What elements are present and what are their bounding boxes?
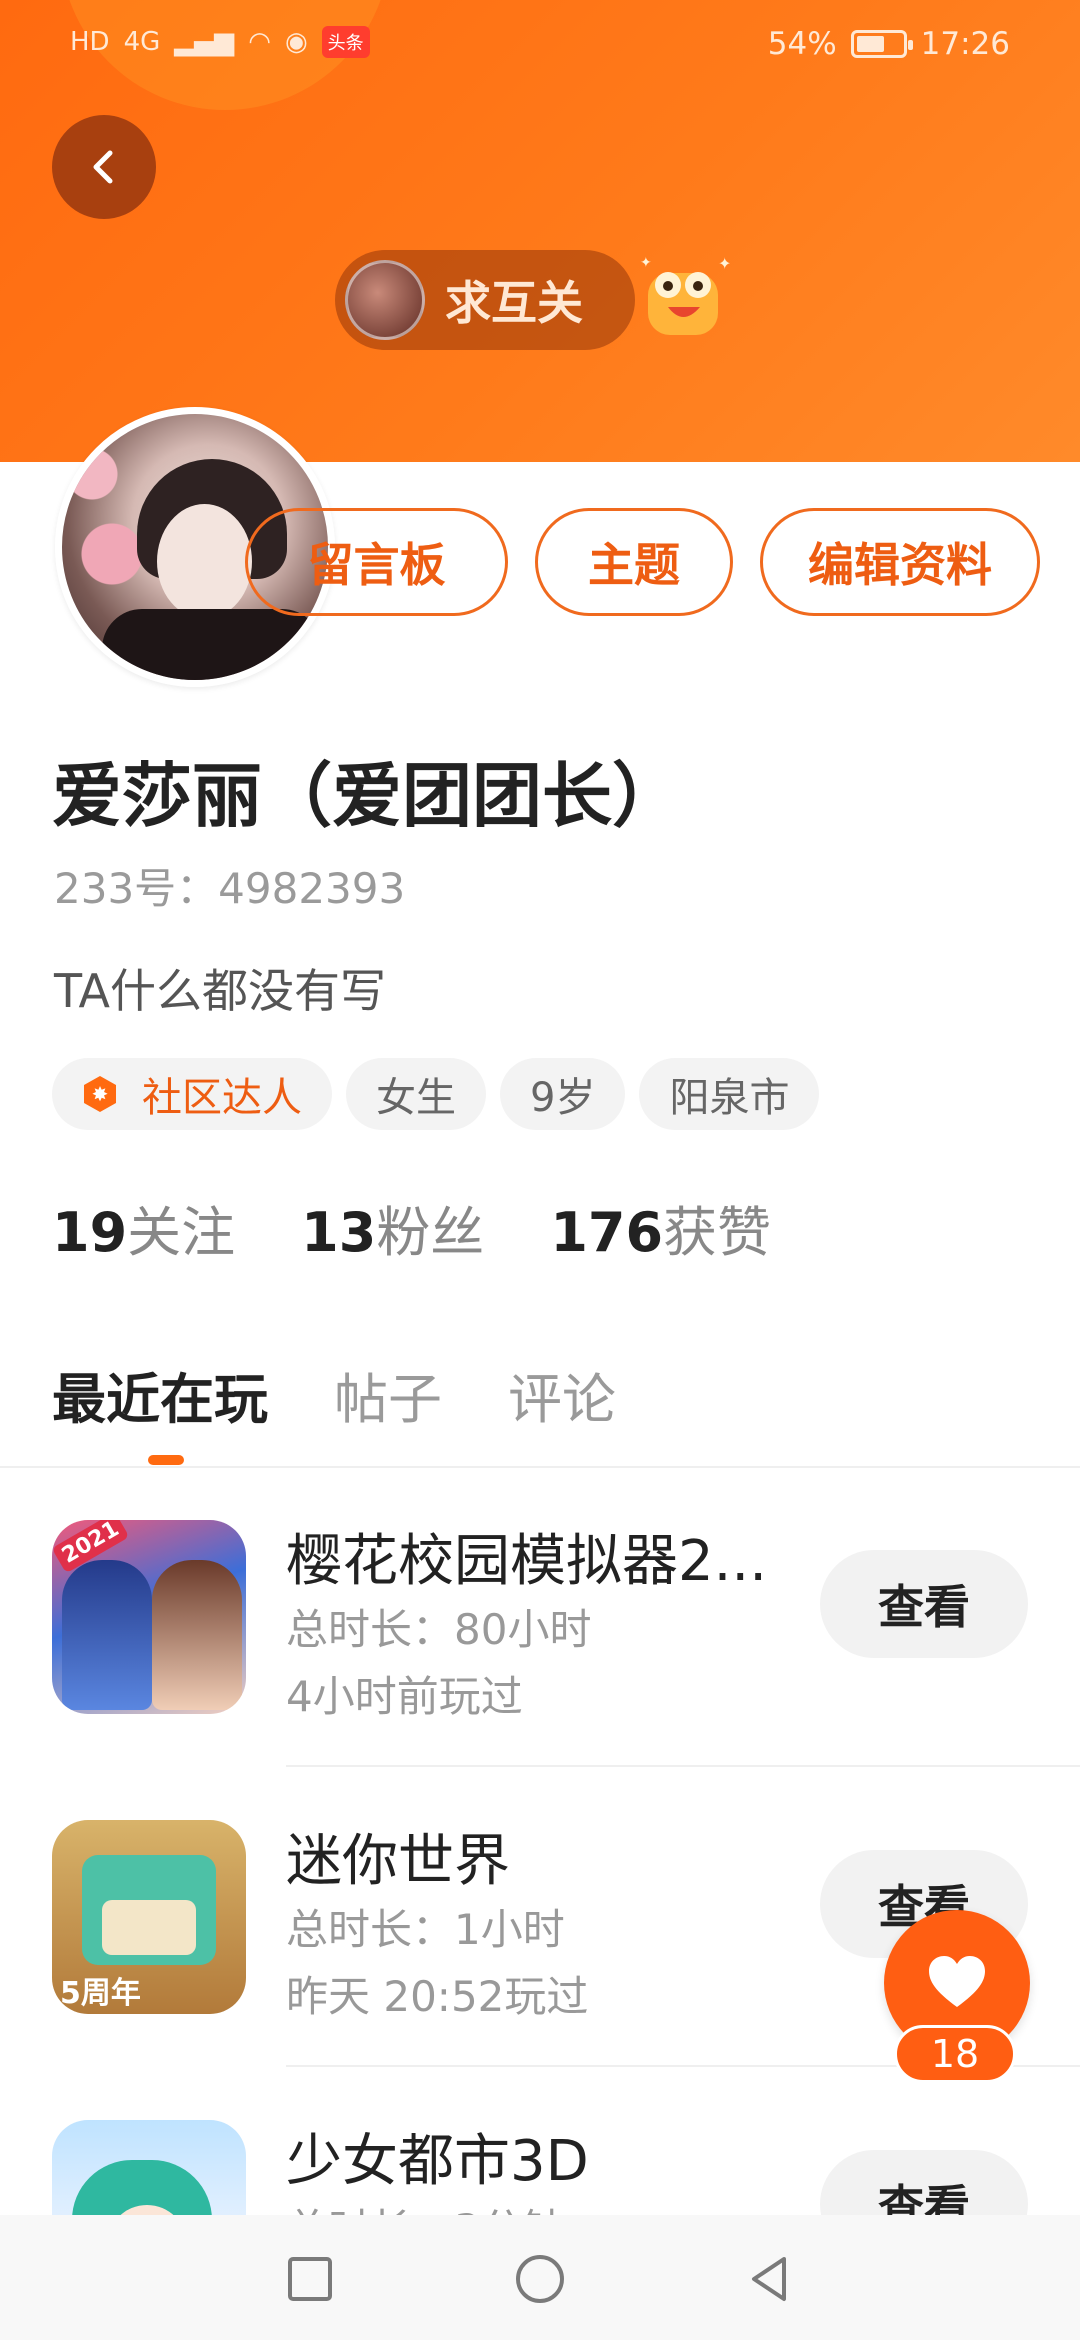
stat-following[interactable]: 19 关注 [52,1188,235,1267]
active-tab-indicator [148,1455,184,1465]
game-icon-sakura-school: 2021 [52,1520,246,1714]
tab-comments[interactable]: 评论 [508,1355,616,1434]
user-id: 233号：4982393 [54,864,406,913]
mini-avatar [345,260,425,340]
stat-label: 获赞 [663,1201,772,1264]
clock: 17:26 [920,26,1010,62]
list-item[interactable]: 2021 樱花校园模拟器2... 总时长：80小时 4小时前玩过 查看 [0,1468,1080,1768]
wifi-icon: ◠ [248,27,271,57]
home-icon[interactable] [510,2249,570,2309]
tag-gender: 女生 [346,1058,486,1130]
profile-name: 爱莎丽（爱团团长） [52,755,682,837]
system-nav-bar [0,2215,1080,2340]
game-title: 迷你世界 [286,1829,510,1894]
game-duration: 总时长：1小时 [286,1905,565,1954]
status-right: 54% 17:26 [768,26,1010,62]
game-title: 樱花校园模拟器2... [286,1529,768,1594]
game-title: 少女都市3D [286,2129,589,2194]
heart-icon [929,1956,985,2007]
eye-icon: ◉ [284,27,308,57]
like-count: 18 [894,2025,1016,2083]
back-triangle-icon[interactable] [740,2249,800,2309]
game-duration: 总时长：80小时 [286,1605,592,1654]
stat-label: 关注 [127,1201,236,1264]
pill-text: 求互关 [445,276,583,330]
chevron-left-icon [93,150,113,184]
battery-percent: 54% [767,26,837,62]
svg-text:✦: ✦ [718,255,730,273]
tag-community-expert[interactable]: ✸ 社区达人 [52,1058,332,1130]
community-expert-icon: ✸ [84,1076,116,1112]
edit-profile-button[interactable]: 编辑资料 [760,508,1040,616]
toutiao-badge-icon: 头条 [321,26,370,58]
icon-anniversary-label: 5周年 [60,1976,141,2011]
stat-likes[interactable]: 176 获赞 [550,1188,771,1267]
status-icons: HD 4G ▂▄▆ ◠ ◉ 头条 [70,26,370,58]
profile-header: HD 4G ▂▄▆ ◠ ◉ 头条 54% 17:26 求互关 ✦ ✦ [0,0,1080,462]
profile-tags: ✸ 社区达人 女生 9岁 阳泉市 [52,1058,820,1130]
profile-tabs: 最近在玩 帖子 评论 [52,1355,616,1434]
tag-age: 9岁 [500,1058,626,1130]
network-icon: 4G [123,27,161,57]
message-board-button[interactable]: 留言板 [245,508,508,616]
battery-icon [850,30,913,58]
mascot-icon: ✦ ✦ [640,255,730,335]
signal-icon: ▂▄▆ [174,27,235,57]
recent-apps-icon[interactable] [280,2249,340,2309]
status-bar: HD 4G ▂▄▆ ◠ ◉ 头条 54% 17:26 [0,0,1080,92]
game-last-played: 4小时前玩过 [286,1672,523,1721]
theme-button[interactable]: 主题 [535,508,733,616]
stat-label: 粉丝 [376,1201,485,1264]
profile-stats: 19 关注 13 粉丝 176 获赞 [52,1188,771,1267]
stat-number: 13 [301,1201,377,1264]
follow-back-pill[interactable]: 求互关 [335,250,635,350]
stat-followers[interactable]: 13 粉丝 [301,1188,484,1267]
tab-recently-played[interactable]: 最近在玩 [52,1355,268,1434]
tag-city: 阳泉市 [639,1058,820,1130]
divider [286,1765,1080,1767]
game-icon-mini-world: 5周年 [52,1820,246,2014]
profile-bio: TA什么都没有写 [54,964,386,1018]
view-button[interactable]: 查看 [820,1550,1028,1658]
hd-icon: HD [70,27,110,57]
stat-number: 19 [52,1201,128,1264]
tab-posts[interactable]: 帖子 [334,1355,442,1434]
tag-label: 社区达人 [142,1075,302,1121]
game-last-played: 昨天 20:52玩过 [286,1972,589,2021]
svg-text:✦: ✦ [640,255,652,271]
back-button[interactable] [52,115,156,219]
stat-number: 176 [550,1201,664,1264]
svg-text:✸: ✸ [92,1082,109,1106]
